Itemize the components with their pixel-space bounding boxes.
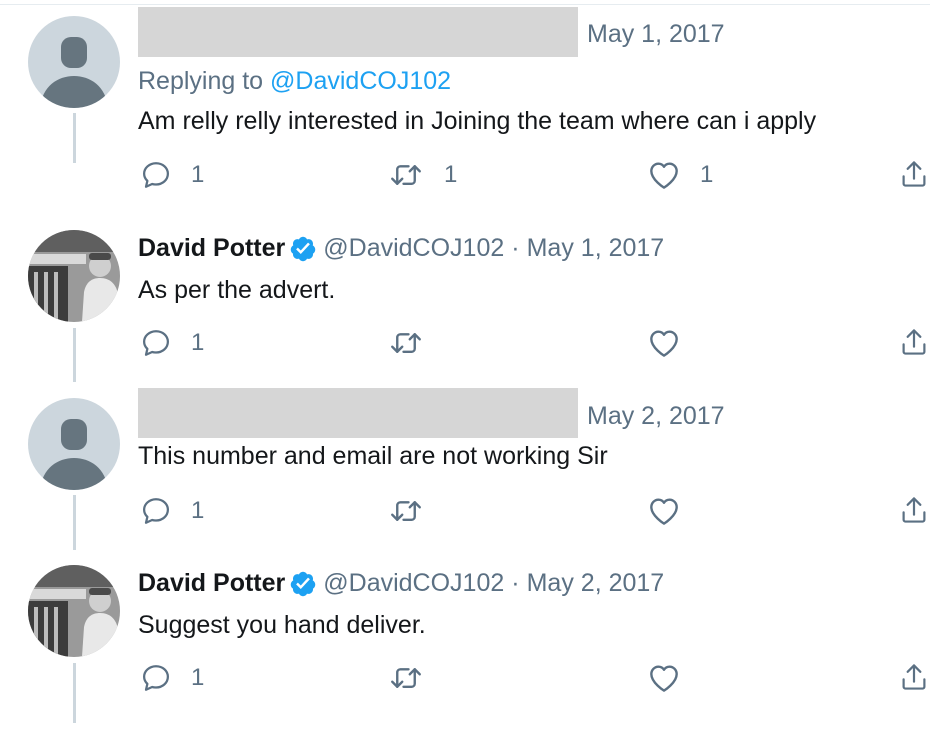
redacted-username [138,388,578,438]
display-name[interactable]: David Potter [138,569,285,598]
retweet-button[interactable]: 1 [388,160,457,190]
like-icon [650,162,678,189]
replying-to: Replying to @DavidCOJ102 [138,67,451,96]
reply-icon [143,498,169,524]
share-button[interactable] [900,495,928,525]
default-avatar-icon [28,398,120,490]
tweet-text: This number and email are not working Si… [138,442,608,470]
user-avatar[interactable] [28,230,120,322]
share-icon [902,161,926,187]
like-button[interactable] [648,663,700,693]
share-icon [902,497,926,523]
retweet-icon [391,333,421,353]
reply-count: 1 [191,664,205,691]
retweet-button[interactable] [388,663,444,693]
share-icon [902,329,926,355]
like-button[interactable] [648,496,700,526]
redacted-username [138,7,578,57]
profile-photo-icon [28,230,120,322]
separator-dot: · [511,569,520,597]
retweet-button[interactable] [388,496,444,526]
reply-icon [143,162,169,188]
like-count: 1 [700,161,714,188]
default-avatar[interactable] [28,398,120,490]
tweet-date[interactable]: May 1, 2017 [527,234,665,263]
share-button[interactable] [900,327,928,357]
tweet-header: David Potter @DavidCOJ102 · May 2, 2017 [138,569,664,598]
retweet-icon [391,501,421,521]
reply-button[interactable]: 1 [141,160,204,190]
tweet-text: As per the advert. [138,276,336,304]
tweet-header: David Potter @DavidCOJ102 · May 1, 2017 [138,234,664,263]
tweet-text: Suggest you hand deliver. [138,611,426,639]
retweet-button[interactable] [388,328,444,358]
profile-photo-icon [28,565,120,657]
like-icon [650,498,678,525]
user-handle[interactable]: @DavidCOJ102 [323,569,504,598]
tweet-date[interactable]: May 2, 2017 [527,569,665,598]
like-icon [650,665,678,692]
reply-icon [143,665,169,691]
default-avatar[interactable] [28,16,120,108]
share-icon [902,664,926,690]
tweet-1[interactable]: May 1, 2017 Replying to @DavidCOJ102 Am … [0,0,930,189]
tweet-4[interactable]: David Potter @DavidCOJ102 · May 2, 2017 … [0,545,930,723]
like-button[interactable]: 1 [648,160,713,190]
retweet-icon [391,668,421,688]
thread-line [73,328,76,382]
display-name[interactable]: David Potter [138,234,285,263]
default-avatar-icon [28,16,120,108]
tweet-date[interactable]: May 1, 2017 [587,20,725,49]
retweet-icon [391,165,421,185]
tweet-3[interactable]: May 2, 2017 This number and email are no… [0,380,930,550]
user-avatar[interactable] [28,565,120,657]
reply-button[interactable]: 1 [141,663,204,693]
replying-to-handle-link[interactable]: @DavidCOJ102 [270,67,451,95]
reply-button[interactable]: 1 [141,328,204,358]
reply-button[interactable]: 1 [141,496,204,526]
like-icon [650,330,678,357]
separator-dot: · [511,234,520,262]
reply-count: 1 [191,497,205,524]
tweet-2[interactable]: David Potter @DavidCOJ102 · May 1, 2017 … [0,210,930,382]
reply-count: 1 [191,161,205,188]
verified-badge-icon [291,236,316,261]
thread-line [73,113,76,163]
reply-icon [143,330,169,356]
thread-line [73,663,76,723]
tweet-text: Am relly relly interested in Joining the… [138,107,817,135]
thread-line [73,495,76,550]
like-button[interactable] [648,328,700,358]
retweet-count: 1 [444,161,458,188]
replying-to-label: Replying to [138,67,271,95]
verified-badge-icon [291,571,316,596]
share-button[interactable] [900,159,928,189]
user-handle[interactable]: @DavidCOJ102 [323,234,504,263]
reply-count: 1 [191,329,205,356]
tweet-date[interactable]: May 2, 2017 [587,402,725,431]
share-button[interactable] [900,662,928,692]
